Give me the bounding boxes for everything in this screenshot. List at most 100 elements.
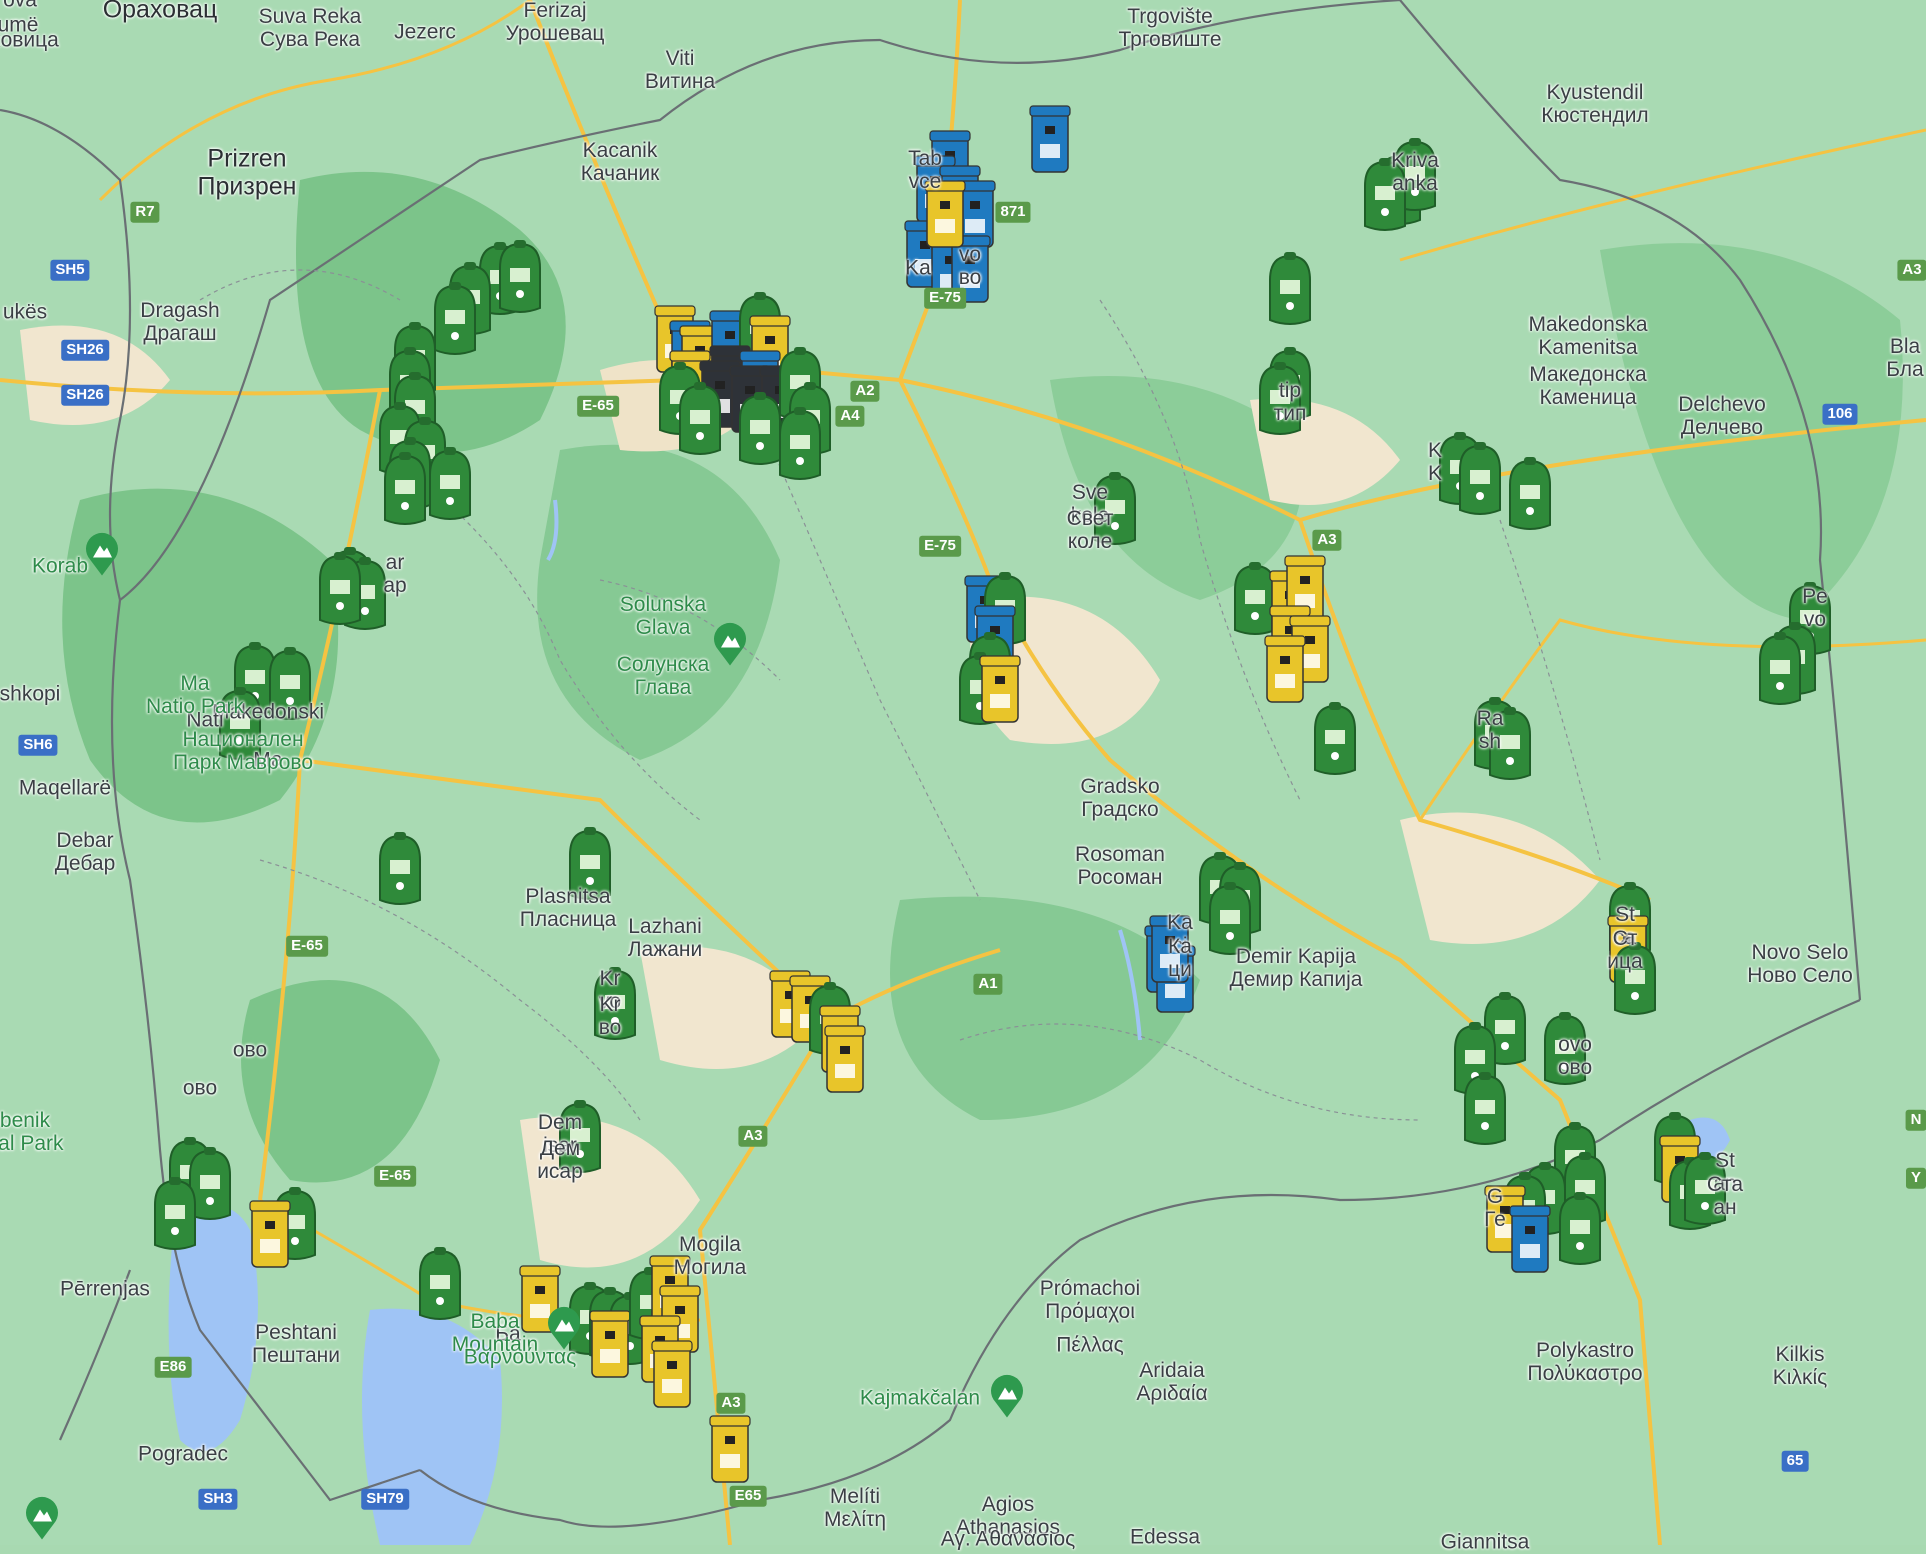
place-label[interactable]: Ста ан — [1707, 1173, 1743, 1219]
place-label[interactable]: Melíti Μελίτη — [824, 1485, 886, 1531]
park-label[interactable]: beniknal Park — [0, 1109, 64, 1155]
glass-bin-marker-icon[interactable] — [384, 452, 426, 525]
glass-bin-marker-icon[interactable] — [434, 282, 476, 355]
place-label[interactable]: Ka — [905, 256, 931, 279]
glass-bin-marker-icon[interactable] — [1234, 562, 1276, 635]
place-label[interactable]: Suva Reka Сува Река — [259, 5, 362, 51]
place-label[interactable]: Lazhani Лажани — [628, 915, 703, 961]
place-label[interactable]: ova — [3, 0, 37, 12]
plastic-bin-marker-icon[interactable] — [589, 1310, 631, 1378]
place-label[interactable]: Giannitsa — [1441, 1530, 1530, 1553]
peak-marker-icon[interactable] — [712, 622, 748, 671]
label-primary: Prómachoi — [1039, 1276, 1141, 1300]
paper-bin-marker-icon[interactable] — [1029, 105, 1071, 173]
glass-bin-marker-icon[interactable] — [1559, 1192, 1601, 1265]
place-label[interactable]: Delchevo Делчево — [1678, 393, 1766, 439]
glass-bin-marker-icon[interactable] — [1509, 457, 1551, 530]
glass-bin-marker-icon[interactable] — [379, 832, 421, 905]
peak-marker-icon[interactable] — [24, 1496, 60, 1545]
place-label[interactable]: Дем исар — [537, 1137, 583, 1183]
plastic-bin-marker-icon[interactable] — [651, 1340, 693, 1408]
place-label[interactable]: Πέλλας — [1056, 1333, 1123, 1356]
place-label[interactable]: ar ар — [383, 551, 406, 597]
place-label[interactable]: Kriva anka — [1391, 149, 1439, 195]
place-label[interactable]: G Ге — [1484, 1185, 1506, 1231]
glass-bin-marker-icon[interactable] — [1209, 882, 1251, 955]
place-label[interactable]: ukës — [3, 300, 47, 323]
place-label[interactable]: KK — [1428, 439, 1442, 485]
glass-bin-marker-icon[interactable] — [1314, 702, 1356, 775]
place-label[interactable]: Mogila Могила — [674, 1233, 747, 1279]
place-label[interactable]: Plasnitsa Пласница — [520, 885, 617, 931]
place-label[interactable]: Viti Витина — [645, 47, 715, 93]
place-label[interactable]: Prómachoi Πρόμαχοι — [1040, 1277, 1140, 1323]
place-label[interactable]: Gradsko Градско — [1080, 775, 1159, 821]
plastic-bin-marker-icon[interactable] — [709, 1415, 751, 1483]
glass-bin-marker-icon[interactable] — [419, 1247, 461, 1320]
park-label[interactable]: Kajmakčalan — [860, 1386, 980, 1409]
place-label[interactable]: Kr во — [599, 993, 622, 1039]
place-label[interactable]: Свет коле — [1067, 507, 1114, 553]
glass-bin-marker-icon[interactable] — [779, 407, 821, 480]
park-label[interactable]: Ma Natio Park — [146, 672, 244, 718]
park-label[interactable]: Solunska Glava — [620, 593, 706, 639]
place-label[interactable]: Bla Бла — [1886, 335, 1923, 381]
place-label[interactable]: Aridaia Αριδαία — [1136, 1359, 1207, 1405]
place-label[interactable]: Македонска Каменица — [1529, 363, 1646, 409]
park-label[interactable]: Солунска Глава — [617, 653, 710, 699]
glass-bin-marker-icon[interactable] — [1759, 632, 1801, 705]
place-label[interactable]: ово — [183, 1076, 217, 1099]
place-label[interactable]: Edessa — [1130, 1525, 1200, 1548]
glass-bin-marker-icon[interactable] — [499, 240, 541, 313]
place-label[interactable]: shkopi — [0, 682, 60, 705]
place-label[interactable]: Peshtani Пештани — [252, 1321, 340, 1367]
paper-bin-marker-icon[interactable] — [1509, 1205, 1551, 1273]
peak-marker-icon[interactable] — [989, 1374, 1025, 1423]
glass-bin-marker-icon[interactable] — [1269, 252, 1311, 325]
park-label[interactable]: Korab — [32, 554, 88, 577]
glass-bin-marker-icon[interactable] — [679, 382, 721, 455]
place-label[interactable]: Demir Kapija Демир Капија — [1230, 945, 1363, 991]
place-label[interactable]: Pērrenjas — [60, 1277, 150, 1300]
place-label[interactable]: Maqellarë — [19, 776, 111, 799]
plastic-bin-marker-icon[interactable] — [1264, 635, 1306, 703]
place-label[interactable]: vo во — [959, 243, 982, 289]
peak-marker-icon[interactable] — [84, 532, 120, 581]
place-label[interactable]: Αγ. Αθανάσιος — [941, 1527, 1076, 1550]
place-label[interactable]: Ст ица — [1607, 927, 1642, 973]
place-label[interactable]: Kacanik Качаник — [581, 139, 660, 185]
place-label[interactable]: Makedonska Kamenitsa — [1528, 313, 1647, 359]
plastic-bin-marker-icon[interactable] — [824, 1025, 866, 1093]
glass-bin-marker-icon[interactable] — [319, 552, 361, 625]
place-label[interactable]: Tab vce — [908, 147, 942, 193]
place-label[interactable]: ovo ово — [1558, 1033, 1592, 1079]
glass-bin-marker-icon[interactable] — [1459, 442, 1501, 515]
place-label[interactable]: ковица — [0, 28, 59, 51]
glass-bin-marker-icon[interactable] — [1464, 1072, 1506, 1145]
place-label[interactable]: Debar Дебар — [55, 829, 116, 875]
place-label[interactable]: Kilkis Κιλκίς — [1773, 1343, 1827, 1389]
place-label[interactable]: Ка ци — [1168, 935, 1192, 981]
glass-bin-marker-icon[interactable] — [154, 1177, 196, 1250]
place-label[interactable]: Ra sh — [1477, 707, 1504, 753]
place-label[interactable]: Trgovište Трговиште — [1118, 5, 1221, 51]
place-label[interactable]: Pogradec — [138, 1442, 228, 1465]
place-label[interactable]: ово — [233, 1038, 267, 1061]
place-label[interactable]: Rosoman Росоман — [1075, 843, 1165, 889]
place-label[interactable]: Prizren Призрен — [198, 145, 297, 201]
place-label[interactable]: Jezerc — [394, 20, 456, 43]
place-label[interactable]: Novo Selo Ново Село — [1747, 941, 1853, 987]
park-label[interactable]: Национален Парк Маврово — [173, 728, 313, 774]
place-label[interactable]: Dragash Драгаш — [140, 299, 219, 345]
peak-marker-icon[interactable] — [546, 1306, 582, 1355]
place-label[interactable]: Polykastro Πολύκαστρο — [1527, 1339, 1642, 1385]
place-label[interactable]: Kyustendil Кюстендил — [1541, 81, 1648, 127]
place-label[interactable]: Ferizaj Урошевац — [506, 0, 605, 45]
plastic-bin-marker-icon[interactable] — [979, 655, 1021, 723]
place-label[interactable]: tip тип — [1274, 379, 1307, 425]
place-label[interactable]: Ораховац — [103, 0, 218, 24]
plastic-bin-marker-icon[interactable] — [249, 1200, 291, 1268]
glass-bin-marker-icon[interactable] — [739, 392, 781, 465]
place-label[interactable]: Pe vo — [1802, 585, 1828, 631]
glass-bin-marker-icon[interactable] — [429, 447, 471, 520]
